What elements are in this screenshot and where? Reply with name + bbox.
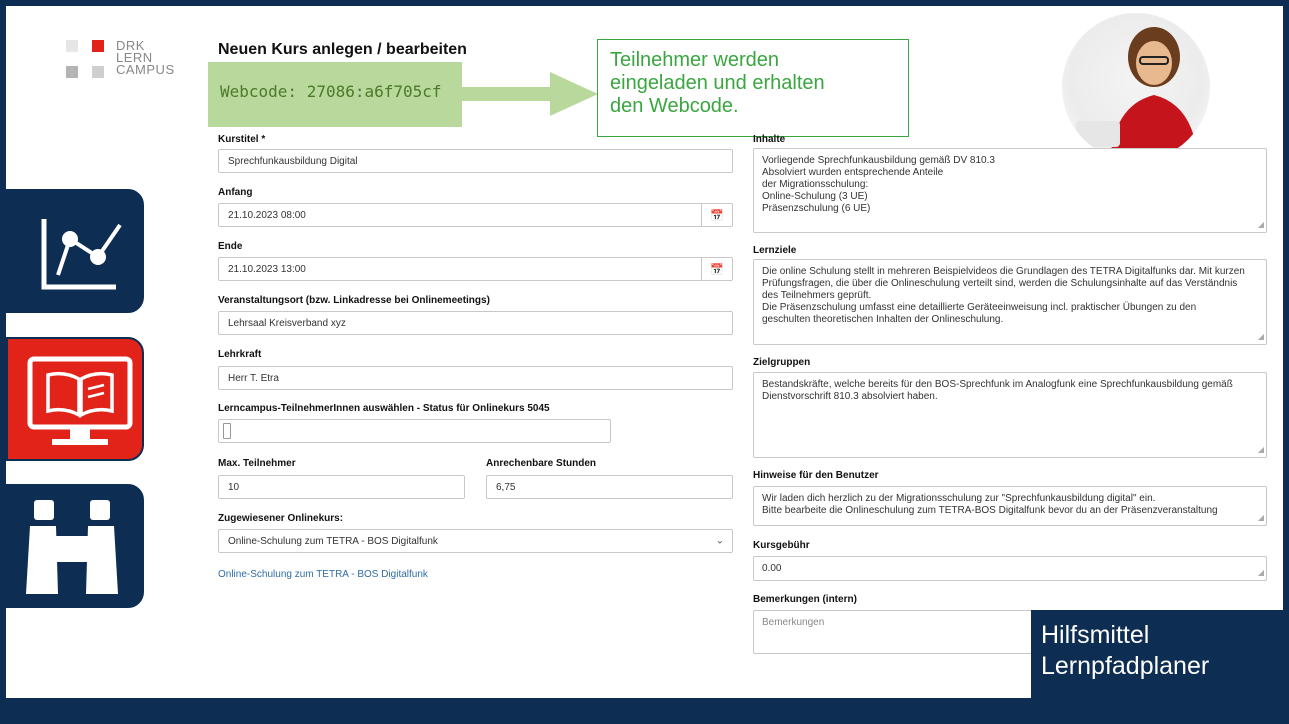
- lehrkraft-label: Lehrkraft: [218, 349, 262, 360]
- lehrkraft-input[interactable]: Herr T. Etra: [218, 366, 733, 390]
- stunden-input[interactable]: 6,75: [486, 475, 733, 499]
- badge-line-2: Lernpfadplaner: [1041, 652, 1210, 680]
- info-callout: Teilnehmer werden eingeladen und erhalte…: [597, 39, 909, 137]
- inhalte-label: Inhalte: [753, 134, 786, 145]
- onlinekurs-label: Zugewiesener Onlinekurs:: [218, 513, 344, 524]
- text-cursor: [223, 423, 231, 439]
- callout-line-2: eingeladen und erhalten: [610, 72, 825, 94]
- lernziele-line: des Teilnehmers geprüft.: [762, 290, 872, 301]
- teilnehmer-select-label: Lerncampus-TeilnehmerInnen auswählen - S…: [218, 403, 550, 414]
- footer-bar: [0, 698, 1289, 724]
- lehrkraft-value: Herr T. Etra: [228, 372, 279, 384]
- calendar-icon[interactable]: 📅: [701, 258, 732, 280]
- callout-line-3: den Webcode.: [610, 95, 739, 117]
- resize-handle-icon[interactable]: ◢: [1258, 331, 1264, 343]
- binoculars-icon: [26, 500, 118, 594]
- inhalte-line: der Migrationsschulung:: [762, 179, 869, 190]
- ende-value: 21.10.2023 13:00: [228, 263, 306, 275]
- hinweise-label: Hinweise für den Benutzer: [753, 470, 879, 481]
- lernziele-textarea[interactable]: Die online Schulung stellt in mehreren B…: [753, 259, 1267, 345]
- kursgebuehr-label: Kursgebühr: [753, 540, 810, 551]
- onlinekurs-select[interactable]: Online-Schulung zum TETRA - BOS Digitalf…: [218, 529, 733, 553]
- lernziele-label: Lernziele: [753, 245, 797, 256]
- calendar-icon[interactable]: 📅: [701, 204, 732, 226]
- inhalte-line: Vorliegende Sprechfunkausbildung gemäß D…: [762, 155, 995, 166]
- lernziele-line: Die online Schulung stellt in mehreren B…: [762, 266, 1245, 277]
- zielgruppen-textarea[interactable]: Bestandskräfte, welche bereits für den B…: [753, 372, 1267, 458]
- chevron-down-icon: ⌄: [715, 535, 724, 547]
- tile-analytics[interactable]: [6, 189, 144, 313]
- person-photo: [1062, 13, 1210, 161]
- teilnehmer-select-input[interactable]: [218, 419, 611, 443]
- callout-line-1: Teilnehmer werden: [610, 49, 779, 71]
- lernziele-line: Prüfungsfragen, die über die Onlineschul…: [762, 278, 1238, 289]
- hinweise-line: Wir laden dich herzlich zu der Migration…: [762, 493, 1156, 504]
- inhalte-line: Absolviert wurden entsprechende Anteile: [762, 167, 944, 178]
- inhalte-textarea[interactable]: Vorliegende Sprechfunkausbildung gemäß D…: [753, 148, 1267, 233]
- tile-explore[interactable]: [6, 484, 144, 608]
- tile-elearning[interactable]: [6, 337, 144, 461]
- zielgruppen-label: Zielgruppen: [753, 357, 811, 368]
- bemerkungen-label: Bemerkungen (intern): [753, 594, 857, 605]
- ort-label: Veranstaltungsort (bzw. Linkadresse bei …: [218, 295, 490, 306]
- kursgebuehr-textarea[interactable]: 0.00 ◢: [753, 556, 1267, 581]
- max-teilnehmer-input[interactable]: 10: [218, 475, 465, 499]
- ort-input[interactable]: Lehrsaal Kreisverband xyz: [218, 311, 733, 335]
- anfang-label: Anfang: [218, 187, 253, 198]
- hinweise-textarea[interactable]: Wir laden dich herzlich zu der Migration…: [753, 486, 1267, 526]
- hinweise-line: Bitte bearbeite die Onlineschulung zum T…: [762, 505, 1218, 516]
- kursgebuehr-value: 0.00: [762, 563, 782, 574]
- kurstitel-input[interactable]: Sprechfunkausbildung Digital: [218, 149, 733, 173]
- lernziele-line: Die Präsenzschulung umfasst eine detaill…: [762, 302, 1197, 313]
- kurstitel-value: Sprechfunkausbildung Digital: [228, 155, 358, 167]
- inhalte-line: Online-Schulung (3 UE): [762, 191, 868, 202]
- stunden-label: Anrechenbare Stunden: [486, 458, 597, 469]
- onlinekurs-selected: Online-Schulung zum TETRA - BOS Digitalf…: [228, 535, 438, 547]
- max-teilnehmer-label: Max. Teilnehmer: [218, 458, 296, 469]
- max-teilnehmer-value: 10: [228, 481, 240, 493]
- zielgruppen-line: Dienstvorschrift 810.3 absolviert haben.: [762, 391, 938, 402]
- badge-line-1: Hilfsmittel: [1041, 621, 1150, 649]
- ort-value: Lehrsaal Kreisverband xyz: [228, 317, 346, 329]
- resize-handle-icon[interactable]: ◢: [1258, 444, 1264, 456]
- arrow-right-icon: [462, 72, 602, 123]
- webcode-value: Webcode: 27086:a6f705cf: [220, 82, 442, 101]
- resize-handle-icon[interactable]: ◢: [1258, 567, 1264, 579]
- page-title: Neuen Kurs anlegen / bearbeiten: [218, 41, 467, 58]
- ende-label: Ende: [218, 241, 243, 252]
- kurstitel-label: Kurstitel *: [218, 134, 266, 145]
- stunden-value: 6,75: [496, 481, 516, 493]
- resize-handle-icon[interactable]: ◢: [1258, 219, 1264, 231]
- logo-line-3: CAMPUS: [116, 62, 175, 77]
- inhalte-line: Präsenzschulung (6 UE): [762, 203, 871, 214]
- anfang-value: 21.10.2023 08:00: [228, 209, 306, 221]
- monitor-book-icon: [27, 356, 133, 445]
- onlinekurs-link[interactable]: Online-Schulung zum TETRA - BOS Digitalf…: [218, 569, 428, 580]
- lernziele-line: geschulten theoretischen Inhalten der On…: [762, 314, 1004, 325]
- tool-badge: Hilfsmittel Lernpfadplaner: [1031, 610, 1283, 698]
- zielgruppen-line: Bestandskräfte, welche bereits für den B…: [762, 379, 1233, 390]
- anfang-datetime-input[interactable]: 21.10.2023 08:00 📅: [218, 203, 733, 227]
- resize-handle-icon[interactable]: ◢: [1258, 512, 1264, 524]
- ende-datetime-input[interactable]: 21.10.2023 13:00 📅: [218, 257, 733, 281]
- chart-line-icon: [41, 219, 122, 290]
